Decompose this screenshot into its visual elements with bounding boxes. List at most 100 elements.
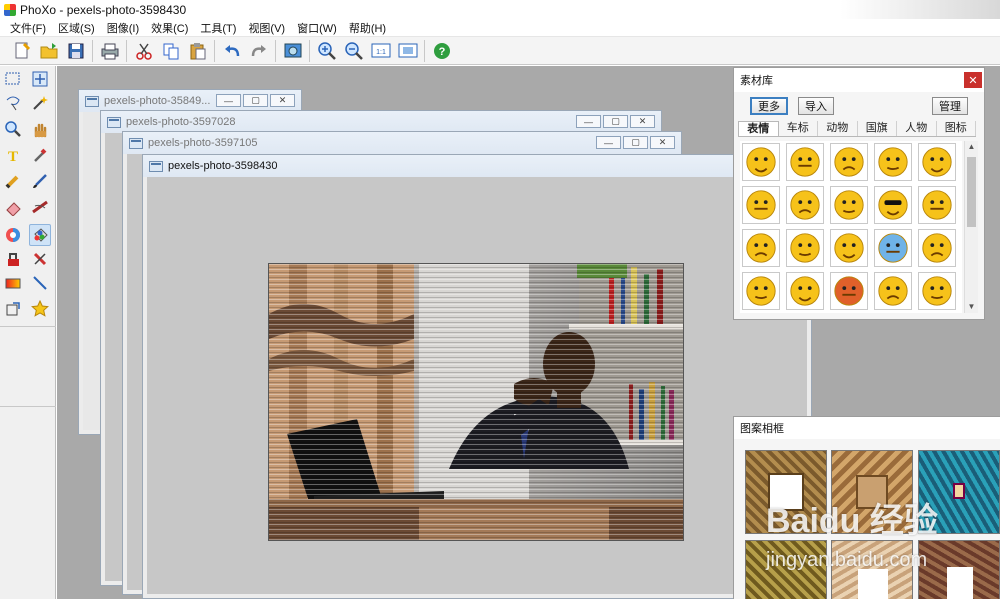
tab-flags[interactable]: 国旗 (858, 121, 897, 136)
angry-emoji[interactable] (830, 229, 868, 267)
menu-help[interactable]: 帮助(H) (343, 20, 392, 36)
menu-image[interactable]: 图像(I) (101, 20, 145, 36)
emoticon-scrollbar[interactable]: ▲ ▼ (964, 141, 978, 313)
fit-window-icon[interactable] (397, 40, 419, 62)
tab-people[interactable]: 人物 (897, 121, 937, 136)
document-window-titlebar[interactable]: pexels-photo-3598430 — (143, 155, 811, 177)
save-icon[interactable] (65, 40, 87, 62)
move-icon[interactable] (29, 68, 51, 90)
document-window-titlebar[interactable]: pexels-photo-3597105 — ▢ ✕ (123, 132, 681, 154)
menu-region[interactable]: 区域(S) (52, 20, 101, 36)
toolbar-separator (309, 39, 310, 62)
maximize-button[interactable]: ▢ (623, 136, 648, 149)
frame-thumbnail[interactable] (831, 540, 913, 599)
clone-stamp-icon[interactable] (29, 196, 51, 218)
frame-thumbnail[interactable] (918, 540, 1000, 599)
scroll-down-icon[interactable]: ▼ (965, 301, 978, 313)
frame-thumbnail[interactable] (918, 450, 1000, 534)
gradient-icon[interactable] (2, 272, 24, 294)
zoom-out-icon[interactable] (343, 40, 365, 62)
laughing-emoji[interactable] (742, 229, 780, 267)
menu-tools[interactable]: 工具(T) (194, 20, 242, 36)
new-file-icon[interactable] (11, 40, 33, 62)
emoticon-grid (740, 141, 962, 313)
fill-bucket-icon[interactable] (29, 224, 51, 246)
eraser-icon[interactable] (2, 196, 24, 218)
brush-icon[interactable] (29, 170, 51, 192)
fire-emoji[interactable] (830, 272, 868, 310)
help-icon[interactable]: ? (431, 40, 453, 62)
copy-icon[interactable] (160, 40, 182, 62)
scroll-up-icon[interactable]: ▲ (965, 141, 978, 153)
cool-emoji[interactable] (874, 186, 912, 224)
close-button[interactable]: ✕ (270, 94, 295, 107)
actual-size-icon[interactable]: 1:1 (370, 40, 392, 62)
clone-brush-icon[interactable] (29, 248, 51, 270)
pencil-icon[interactable] (2, 170, 24, 192)
nauseous-emoji[interactable] (874, 143, 912, 181)
line-icon[interactable] (29, 272, 51, 294)
smirk-emoji[interactable] (830, 143, 868, 181)
shape-star-icon[interactable] (29, 298, 51, 320)
document-window-titlebar[interactable]: pexels-photo-3597028 — ▢ ✕ (101, 111, 661, 133)
document-window-titlebar[interactable]: pexels-photo-35849... — ▢ ✕ (79, 90, 301, 112)
red-eye-icon[interactable] (2, 248, 24, 270)
import-button[interactable]: 导入 (798, 97, 834, 115)
paste-icon[interactable] (187, 40, 209, 62)
transform-icon[interactable] (2, 298, 24, 320)
yawning-emoji[interactable] (918, 186, 956, 224)
close-button[interactable]: ✕ (650, 136, 675, 149)
scroll-thumb[interactable] (967, 157, 976, 227)
more-button[interactable]: 更多 (750, 97, 788, 115)
minimize-button[interactable]: — (216, 94, 241, 107)
hand-icon[interactable] (29, 118, 51, 140)
frame-thumbnail[interactable] (831, 450, 913, 534)
zoom-tool-icon[interactable] (2, 118, 24, 140)
color-replace-icon[interactable] (2, 224, 24, 246)
image-window-icon (149, 160, 163, 172)
maximize-button[interactable]: ▢ (243, 94, 268, 107)
menu-file[interactable]: 文件(F) (4, 20, 52, 36)
panel-close-button[interactable]: ✕ (964, 72, 982, 88)
tab-car-logos[interactable]: 车标 (779, 121, 818, 136)
love-emoji[interactable] (830, 186, 868, 224)
grinning-teeth-emoji[interactable] (918, 229, 956, 267)
eyedropper-icon[interactable] (29, 144, 51, 166)
dizzy-emoji[interactable] (874, 272, 912, 310)
frown-emoji[interactable] (786, 272, 824, 310)
minimize-button[interactable]: — (576, 115, 601, 128)
crying-emoji[interactable] (742, 272, 780, 310)
frame-thumbnail[interactable] (745, 540, 827, 599)
cold-emoji[interactable] (874, 229, 912, 267)
magic-wand-icon[interactable] (29, 92, 51, 114)
thinking-emoji[interactable] (786, 186, 824, 224)
menu-effects[interactable]: 效果(C) (145, 20, 194, 36)
zoom-in-icon[interactable] (316, 40, 338, 62)
annoyed-emoji[interactable] (786, 229, 824, 267)
cut-icon[interactable] (133, 40, 155, 62)
menu-window[interactable]: 窗口(W) (291, 20, 343, 36)
tab-emoticons[interactable]: 表情 (738, 121, 779, 136)
image-canvas-photo[interactable] (268, 263, 684, 541)
eating-emoji[interactable] (742, 186, 780, 224)
maximize-button[interactable]: ▢ (603, 115, 628, 128)
screaming-emoji[interactable] (786, 143, 824, 181)
tab-animals[interactable]: 动物 (818, 121, 858, 136)
minimize-button[interactable]: — (596, 136, 621, 149)
print-icon[interactable] (99, 40, 121, 62)
text-icon[interactable]: T (2, 144, 24, 166)
big-grin-emoji[interactable] (918, 272, 956, 310)
image-settings-icon[interactable] (282, 40, 304, 62)
open-folder-icon[interactable] (38, 40, 60, 62)
rect-select-icon[interactable] (2, 68, 24, 90)
close-button[interactable]: ✕ (630, 115, 655, 128)
undo-icon[interactable] (221, 40, 243, 62)
frame-thumbnail[interactable] (745, 450, 827, 534)
tab-icons[interactable]: 图标 (937, 121, 976, 136)
redo-icon[interactable] (248, 40, 270, 62)
manage-button[interactable]: 管理 (932, 97, 968, 115)
sleepy-emoji[interactable] (918, 143, 956, 181)
menu-view[interactable]: 视图(V) (242, 20, 291, 36)
lasso-icon[interactable] (2, 92, 24, 114)
surprised-emoji[interactable] (742, 143, 780, 181)
